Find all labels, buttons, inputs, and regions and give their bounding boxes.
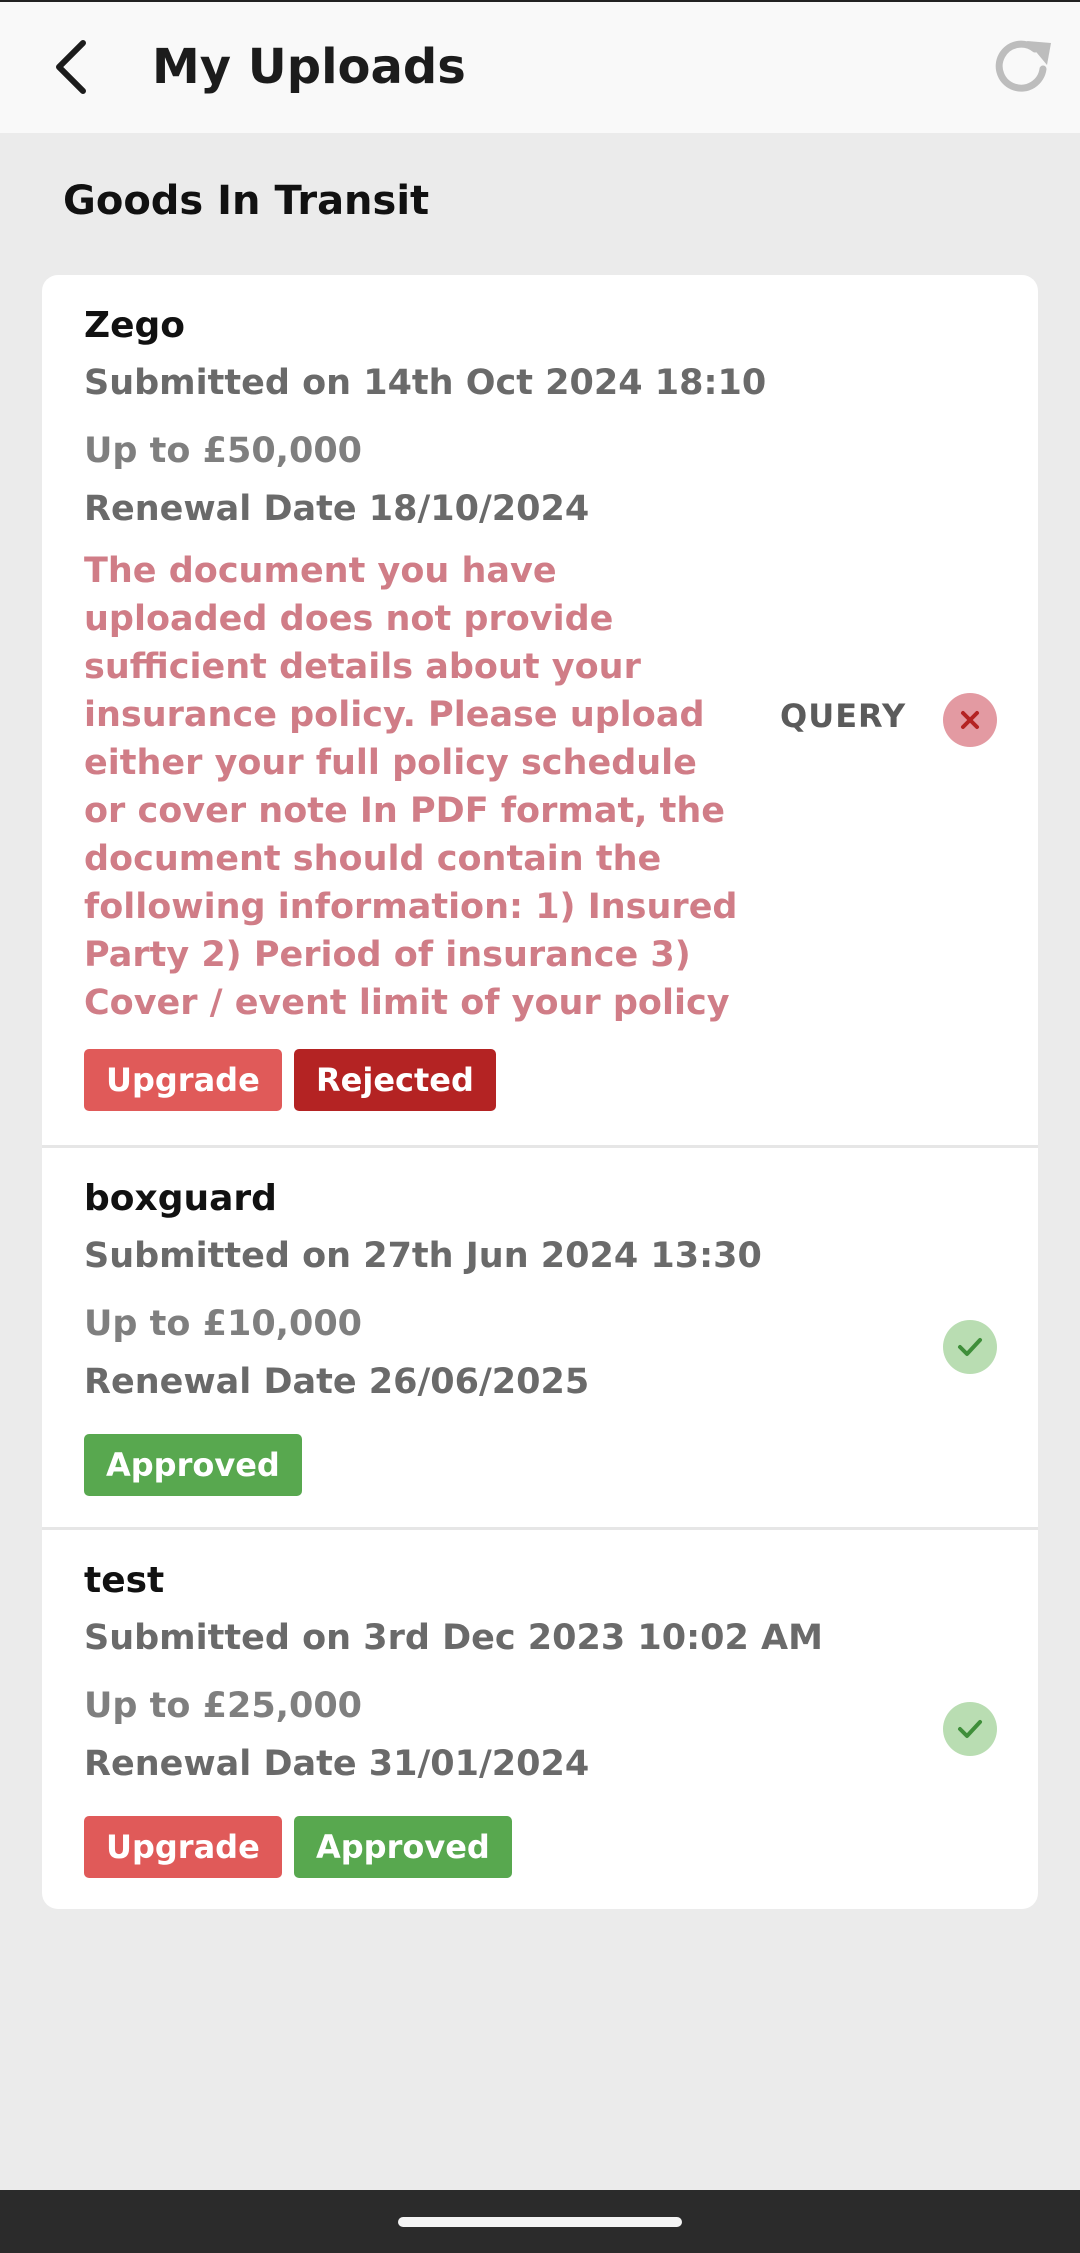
uploads-card: Zego Submitted on 14th Oct 2024 18:10 Up…: [42, 275, 1038, 1909]
app-bar: My Uploads: [0, 0, 1080, 133]
renewal-date: Renewal Date 26/06/2025: [84, 1362, 590, 1402]
cover-limit: Up to £50,000: [84, 431, 363, 471]
upload-name: Zego: [84, 305, 186, 346]
status-rejected-icon: [943, 693, 997, 747]
cross-icon: [961, 711, 979, 729]
submitted-date: Submitted on 27th Jun 2024 13:30: [84, 1236, 762, 1276]
refresh-icon: [995, 40, 1051, 92]
cover-limit: Up to £10,000: [84, 1304, 363, 1344]
page-title: My Uploads: [152, 39, 466, 95]
renewal-date: Renewal Date 18/10/2024: [84, 489, 590, 529]
refresh-button[interactable]: [988, 32, 1058, 102]
approved-badge: Approved: [294, 1816, 512, 1878]
status-approved-icon: [943, 1702, 997, 1756]
upgrade-button[interactable]: Upgrade: [84, 1816, 282, 1878]
upgrade-button[interactable]: Upgrade: [84, 1049, 282, 1111]
renewal-date: Renewal Date 31/01/2024: [84, 1744, 590, 1784]
approved-badge: Approved: [84, 1434, 302, 1496]
check-icon: [958, 1720, 982, 1738]
submitted-date: Submitted on 3rd Dec 2023 10:02 AM: [84, 1618, 823, 1658]
status-approved-icon: [943, 1320, 997, 1374]
submitted-date: Submitted on 14th Oct 2024 18:10: [84, 363, 767, 403]
section-title: Goods In Transit: [63, 178, 430, 224]
back-button[interactable]: [36, 32, 106, 102]
upload-item[interactable]: boxguard Submitted on 27th Jun 2024 13:3…: [42, 1145, 1038, 1527]
check-icon: [958, 1338, 982, 1356]
upload-item[interactable]: test Submitted on 3rd Dec 2023 10:02 AM …: [42, 1527, 1038, 1909]
chevron-left-icon: [56, 40, 86, 94]
system-nav-bar: [0, 2190, 1080, 2253]
upload-name: test: [84, 1560, 165, 1601]
home-gesture-handle[interactable]: [398, 2217, 682, 2227]
upload-item[interactable]: Zego Submitted on 14th Oct 2024 18:10 Up…: [42, 275, 1038, 1145]
rejected-badge: Rejected: [294, 1049, 496, 1111]
status-label: QUERY: [780, 697, 907, 735]
query-message: The document you have uploaded does not …: [84, 551, 738, 1023]
cover-limit: Up to £25,000: [84, 1686, 363, 1726]
upload-name: boxguard: [84, 1178, 277, 1219]
